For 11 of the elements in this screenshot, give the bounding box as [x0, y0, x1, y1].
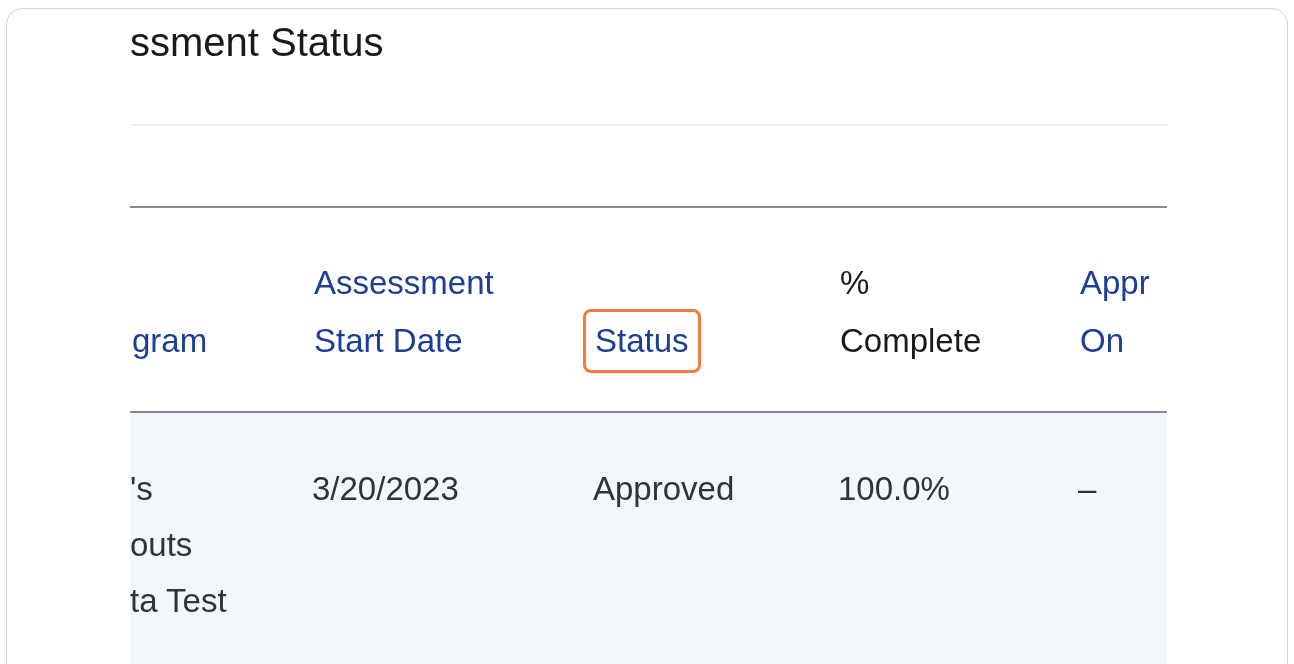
- column-sort-link[interactable]: Appr On: [1068, 251, 1162, 373]
- table-cell: 3/20/2023: [312, 470, 459, 507]
- table-cell: –: [1078, 470, 1097, 507]
- column-sort-link[interactable]: gram: [130, 309, 220, 373]
- column-sort-link[interactable]: Status: [583, 309, 701, 373]
- table-cell: 100.0%: [838, 470, 950, 507]
- page-title: ssment Status: [130, 19, 384, 66]
- table-cell: Approved: [593, 470, 735, 507]
- table-cell: 's outs ta Test: [130, 470, 227, 619]
- column-header: % Complete: [839, 263, 983, 361]
- column-sort-link[interactable]: Assessment Start Date: [302, 251, 506, 373]
